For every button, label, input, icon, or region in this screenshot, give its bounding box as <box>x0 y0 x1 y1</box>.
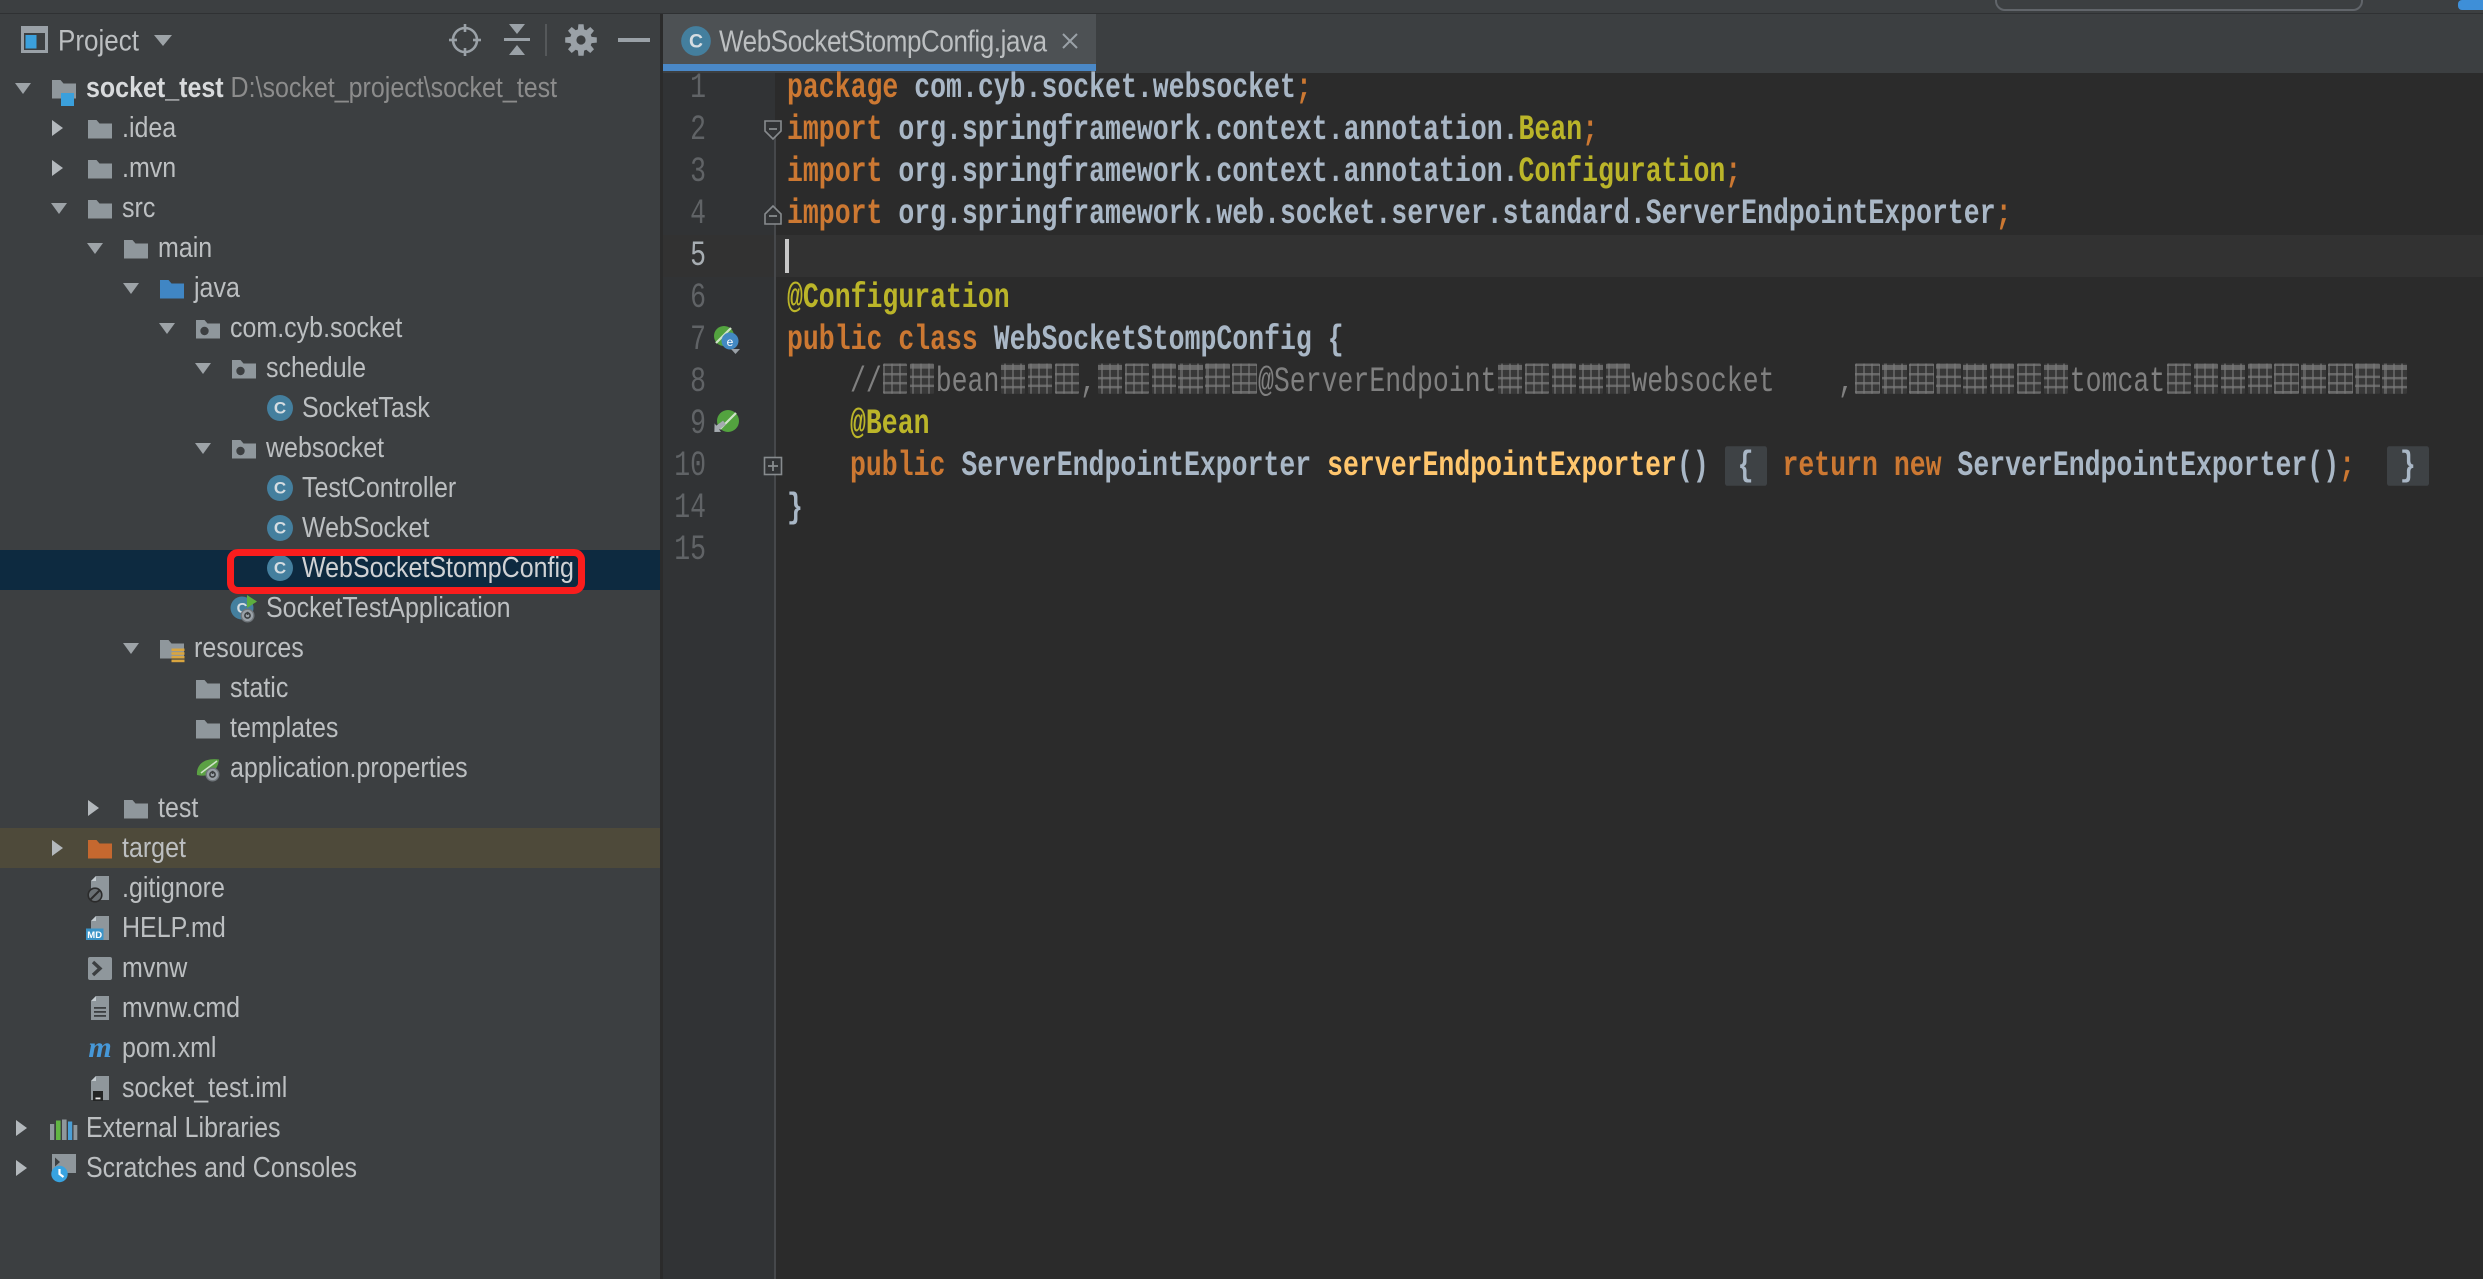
svg-text:C: C <box>274 519 286 538</box>
svg-text:C: C <box>274 479 286 498</box>
svg-text:C: C <box>274 399 286 418</box>
svg-text:C: C <box>689 30 703 52</box>
svg-text:m: m <box>88 1034 111 1063</box>
svg-text:MD: MD <box>87 930 102 941</box>
svg-text:e: e <box>727 335 734 349</box>
